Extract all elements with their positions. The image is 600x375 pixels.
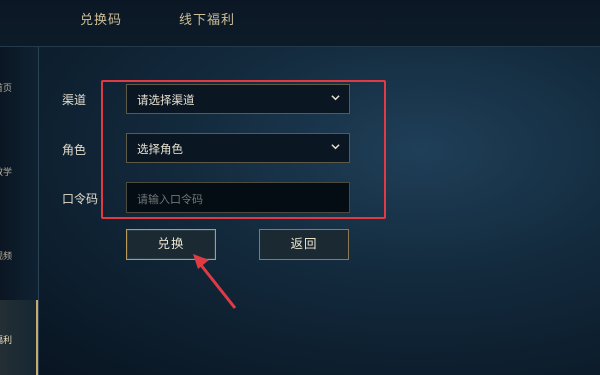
annotation-arrow-icon bbox=[193, 254, 237, 309]
sidebar-item-benefits[interactable]: 福利 bbox=[0, 333, 12, 346]
tab-offline-benefits[interactable]: 线下福利 bbox=[179, 9, 235, 28]
sidebar-item-tutorial[interactable]: 教学 bbox=[0, 165, 12, 178]
annotation-highlight-box bbox=[101, 80, 386, 219]
top-nav: 兑换码 线下福利 bbox=[0, 0, 600, 47]
code-label: 口令码 bbox=[62, 192, 99, 206]
tab-redeem-code[interactable]: 兑换码 bbox=[80, 9, 122, 28]
role-label: 角色 bbox=[62, 143, 87, 157]
channel-label: 渠道 bbox=[62, 93, 87, 107]
sidebar-item-home[interactable]: 首页 bbox=[0, 81, 12, 94]
sidebar-item-video[interactable]: 视频 bbox=[0, 249, 12, 262]
back-button[interactable]: 返回 bbox=[259, 229, 349, 260]
sidebar-labels: 首页 教学 视频 福利 bbox=[0, 47, 17, 375]
